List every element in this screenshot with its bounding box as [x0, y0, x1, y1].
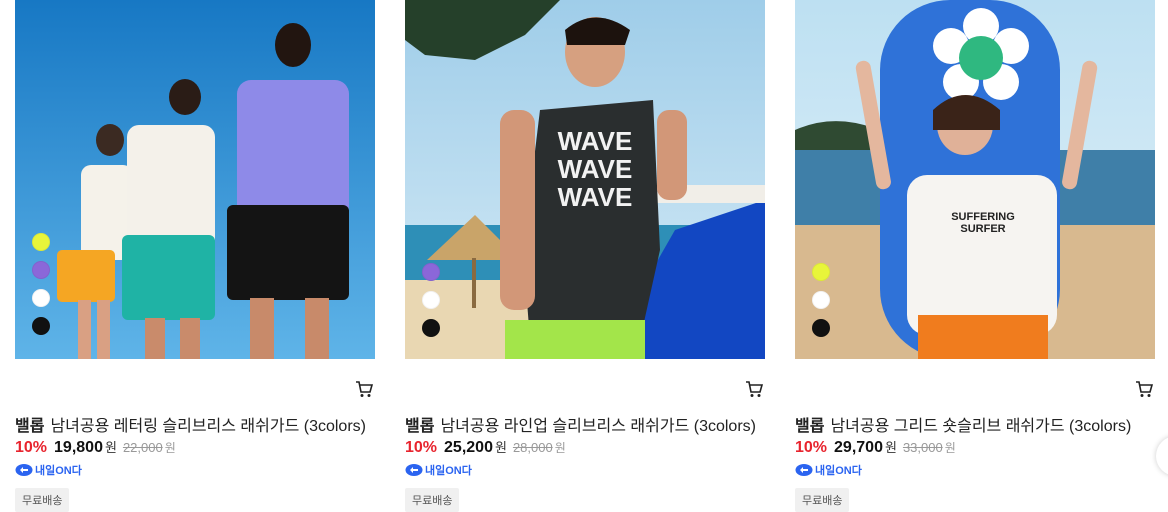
cart-icon[interactable] [355, 380, 373, 398]
sale-price: 19,800 [54, 439, 103, 456]
delivery-badge-label: 내일ON다 [815, 465, 862, 477]
shipping-tag: 무료배송 [795, 488, 850, 512]
color-swatches [812, 263, 830, 337]
delivery-badge: 내일ON다 [795, 462, 862, 478]
color-swatch[interactable] [32, 317, 50, 335]
currency-label: 원 [104, 440, 117, 455]
sale-price: 25,200 [444, 439, 493, 456]
svg-text:WAVE: WAVE [558, 182, 633, 212]
product-brand: 밸롭 [405, 418, 435, 435]
color-swatch[interactable] [422, 291, 440, 309]
product-title[interactable]: 밸롭 남녀공용 레터링 슬리브리스 래쉬가드 (3colors) [15, 412, 366, 436]
color-swatch[interactable] [32, 261, 50, 279]
original-currency-label: 원 [944, 441, 956, 455]
svg-text:WAVE: WAVE [558, 126, 633, 156]
discount-rate: 10% [405, 439, 438, 456]
original-price: 22,000 [122, 440, 163, 455]
original-price: 33,000 [902, 440, 943, 455]
color-swatches [422, 263, 440, 337]
product-brand: 밸롭 [795, 418, 825, 435]
currency-label: 원 [884, 440, 897, 455]
color-swatch[interactable] [32, 289, 50, 307]
delivery-badge-label: 내일ON다 [35, 465, 82, 477]
product-image[interactable]: SUFFERING SURFER [795, 0, 1155, 359]
product-image[interactable]: WAVE WAVE WAVE [405, 0, 765, 359]
discount-rate: 10% [15, 439, 48, 456]
currency-label: 원 [494, 440, 507, 455]
product-name: 남녀공용 레터링 슬리브리스 래쉬가드 (3colors) [50, 418, 366, 435]
delivery-badge-label: 내일ON다 [425, 465, 472, 477]
cart-icon[interactable] [745, 380, 763, 398]
product-card[interactable]: SUFFERING SURFER 밸롭 남녀공용 그리드 숏슬리브 래쉬가드 (3… [795, 0, 1155, 512]
color-swatch[interactable] [422, 263, 440, 281]
svg-text:SURFER: SURFER [960, 223, 1005, 235]
color-swatch[interactable] [812, 263, 830, 281]
delivery-badge: 내일ON다 [15, 462, 82, 478]
color-swatch[interactable] [32, 233, 50, 251]
product-title[interactable]: 밸롭 남녀공용 그리드 숏슬리브 래쉬가드 (3colors) [795, 412, 1131, 436]
color-swatch[interactable] [812, 319, 830, 337]
product-name: 남녀공용 라인업 슬리브리스 래쉬가드 (3colors) [440, 418, 756, 435]
product-name: 남녀공용 그리드 숏슬리브 래쉬가드 (3colors) [830, 418, 1132, 435]
color-swatch[interactable] [422, 319, 440, 337]
product-image[interactable] [15, 0, 375, 359]
shipping-tag: 무료배송 [405, 488, 460, 512]
delivery-badge: 내일ON다 [405, 462, 472, 478]
product-brand: 밸롭 [15, 418, 45, 435]
svg-text:WAVE: WAVE [558, 154, 633, 184]
shipping-tag: 무료배송 [15, 488, 70, 512]
price-row: 10% 19,800 원 22,000 원 [15, 437, 176, 457]
cart-icon[interactable] [1135, 380, 1153, 398]
product-card[interactable]: 밸롭 남녀공용 레터링 슬리브리스 래쉬가드 (3colors) 10% 19,80… [15, 0, 375, 512]
original-currency-label: 원 [164, 441, 176, 455]
discount-rate: 10% [795, 439, 828, 456]
svg-text:SUFFERING: SUFFERING [951, 211, 1015, 223]
color-swatch[interactable] [812, 291, 830, 309]
delivery-truck-icon [405, 464, 423, 476]
delivery-truck-icon [15, 464, 33, 476]
original-currency-label: 원 [554, 441, 566, 455]
delivery-truck-icon [795, 464, 813, 476]
scroll-next-button[interactable] [1156, 436, 1168, 476]
color-swatches [32, 233, 50, 335]
sale-price: 29,700 [834, 439, 883, 456]
price-row: 10% 29,700 원 33,000 원 [795, 437, 956, 457]
original-price: 28,000 [512, 440, 553, 455]
product-card[interactable]: WAVE WAVE WAVE 밸롭 남녀공용 라인업 슬리브리스 래쉬가드 (3c… [405, 0, 765, 512]
price-row: 10% 25,200 원 28,000 원 [405, 437, 566, 457]
product-title[interactable]: 밸롭 남녀공용 라인업 슬리브리스 래쉬가드 (3colors) [405, 412, 756, 436]
